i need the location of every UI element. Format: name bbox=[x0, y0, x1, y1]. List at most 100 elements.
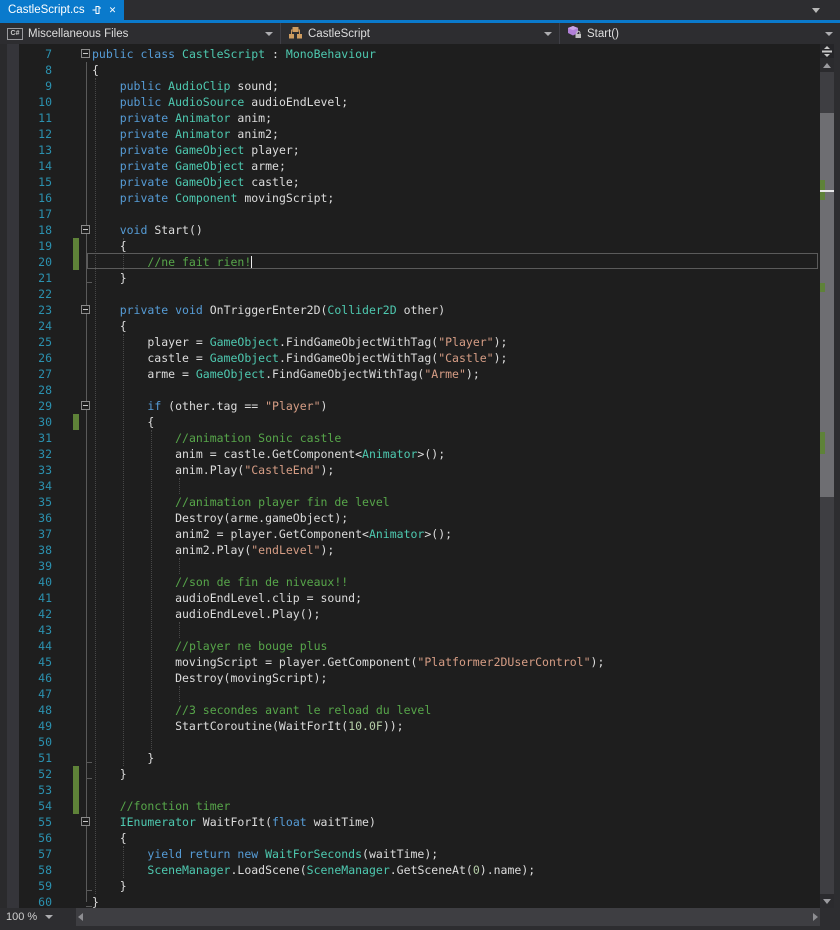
line-number: 55 bbox=[0, 814, 52, 830]
zoom-control[interactable]: 100 % bbox=[0, 908, 76, 926]
pin-icon[interactable] bbox=[92, 5, 102, 15]
member-dropdown[interactable]: Start() bbox=[560, 23, 840, 44]
code-line: 17 bbox=[0, 206, 820, 222]
code-line: 33 anim.Play("CastleEnd"); bbox=[0, 462, 820, 478]
code-line: 24 { bbox=[0, 318, 820, 334]
line-number: 45 bbox=[0, 654, 52, 670]
tab-label: CastleScript.cs bbox=[8, 4, 85, 16]
editor-splitter-handle[interactable] bbox=[820, 44, 834, 58]
code-text: void Start() bbox=[92, 222, 203, 238]
code-line: 28 bbox=[0, 382, 820, 398]
code-text: //fonction timer bbox=[92, 798, 230, 814]
triangle-down-icon bbox=[823, 899, 831, 904]
code-line: 50 bbox=[0, 734, 820, 750]
code-line: 9 public AudioClip sound; bbox=[0, 78, 820, 94]
code-line: 20 //ne fait rien! bbox=[0, 254, 820, 270]
scroll-down-button[interactable] bbox=[820, 894, 834, 908]
code-text: //ne fait rien! bbox=[92, 254, 252, 270]
code-text: } bbox=[92, 878, 127, 894]
vertical-scrollbar[interactable] bbox=[820, 44, 834, 908]
chevron-down-icon bbox=[825, 32, 833, 36]
fold-collapse-button[interactable] bbox=[81, 305, 90, 314]
code-line: 36 Destroy(arme.gameObject); bbox=[0, 510, 820, 526]
line-number: 37 bbox=[0, 526, 52, 542]
code-line: 39 bbox=[0, 558, 820, 574]
code-line: 48 //3 secondes avant le reload du level bbox=[0, 702, 820, 718]
editor-bottom-bar: 100 % bbox=[0, 908, 840, 926]
code-line: 47 bbox=[0, 686, 820, 702]
member-dropdown-label: Start() bbox=[587, 28, 619, 40]
fold-collapse-button[interactable] bbox=[81, 401, 90, 410]
code-text: private GameObject arme; bbox=[92, 158, 286, 174]
code-text: private GameObject player; bbox=[92, 142, 300, 158]
chevron-down-icon bbox=[544, 32, 552, 36]
code-line: 45 movingScript = player.GetComponent("P… bbox=[0, 654, 820, 670]
scrollbar-track[interactable] bbox=[820, 72, 834, 894]
code-text: if (other.tag == "Player") bbox=[92, 398, 327, 414]
code-line: 32 anim = castle.GetComponent<Animator>(… bbox=[0, 446, 820, 462]
line-number: 41 bbox=[0, 590, 52, 606]
tab-strip: CastleScript.cs ✕ bbox=[0, 0, 840, 23]
code-text: //animation player fin de level bbox=[92, 494, 390, 510]
csharp-file-icon: C# bbox=[7, 28, 23, 40]
fold-collapse-button[interactable] bbox=[81, 49, 90, 58]
code-text: anim = castle.GetComponent<Animator>(); bbox=[92, 446, 445, 462]
code-editor[interactable]: 7public class CastleScript : MonoBehavio… bbox=[0, 44, 820, 908]
class-dropdown[interactable]: CastleScript bbox=[281, 23, 560, 44]
code-text: } bbox=[92, 270, 127, 286]
chevron-down-icon bbox=[45, 915, 53, 919]
line-number: 13 bbox=[0, 142, 52, 158]
triangle-up-icon bbox=[823, 63, 831, 68]
code-line: 22 bbox=[0, 286, 820, 302]
tab-list-dropdown-icon[interactable] bbox=[812, 8, 820, 13]
code-line: 58 SceneManager.LoadScene(SceneManager.G… bbox=[0, 862, 820, 878]
scroll-left-icon[interactable] bbox=[78, 913, 83, 921]
class-dropdown-label: CastleScript bbox=[308, 28, 370, 40]
code-text: audioEndLevel.clip = sound; bbox=[92, 590, 362, 606]
code-text: { bbox=[92, 414, 154, 430]
code-text: //player ne bouge plus bbox=[92, 638, 327, 654]
scrollbar-change-mark bbox=[820, 432, 825, 454]
line-number: 11 bbox=[0, 110, 52, 126]
code-line: 52 } bbox=[0, 766, 820, 782]
code-line: 60} bbox=[0, 894, 820, 908]
code-text: public class CastleScript : MonoBehaviou… bbox=[92, 46, 376, 62]
line-number: 26 bbox=[0, 350, 52, 366]
code-line: 15 private GameObject castle; bbox=[0, 174, 820, 190]
code-line: 11 private Animator anim; bbox=[0, 110, 820, 126]
line-number: 20 bbox=[0, 254, 52, 270]
private-method-icon bbox=[567, 25, 582, 42]
close-icon[interactable]: ✕ bbox=[109, 6, 117, 15]
code-text: yield return new WaitForSeconds(waitTime… bbox=[92, 846, 438, 862]
fold-collapse-button[interactable] bbox=[81, 817, 90, 826]
scroll-right-icon[interactable] bbox=[813, 913, 818, 921]
horizontal-scrollbar[interactable] bbox=[76, 908, 820, 926]
code-line: 40 //son de fin de niveaux!! bbox=[0, 574, 820, 590]
text-caret bbox=[251, 256, 252, 268]
code-text: } bbox=[92, 766, 127, 782]
tab-castlescript[interactable]: CastleScript.cs ✕ bbox=[0, 0, 124, 20]
project-dropdown-label: Miscellaneous Files bbox=[28, 28, 128, 40]
code-line: 43 bbox=[0, 622, 820, 638]
scroll-up-button[interactable] bbox=[820, 58, 834, 72]
line-number: 60 bbox=[0, 894, 52, 908]
code-text: { bbox=[92, 318, 127, 334]
change-tracking-bar bbox=[73, 238, 79, 254]
code-text: private Animator anim; bbox=[92, 110, 272, 126]
line-number: 36 bbox=[0, 510, 52, 526]
project-dropdown[interactable]: C# Miscellaneous Files bbox=[0, 23, 281, 44]
line-number: 17 bbox=[0, 206, 52, 222]
line-number: 30 bbox=[0, 414, 52, 430]
code-line: 59 } bbox=[0, 878, 820, 894]
line-number: 27 bbox=[0, 366, 52, 382]
code-line: 55 IEnumerator WaitForIt(float waitTime) bbox=[0, 814, 820, 830]
line-number: 34 bbox=[0, 478, 52, 494]
code-line: 41 audioEndLevel.clip = sound; bbox=[0, 590, 820, 606]
code-text: public AudioClip sound; bbox=[92, 78, 279, 94]
code-line: 44 //player ne bouge plus bbox=[0, 638, 820, 654]
fold-collapse-button[interactable] bbox=[81, 225, 90, 234]
code-line: 12 private Animator anim2; bbox=[0, 126, 820, 142]
line-number: 49 bbox=[0, 718, 52, 734]
code-line: 42 audioEndLevel.Play(); bbox=[0, 606, 820, 622]
line-number: 43 bbox=[0, 622, 52, 638]
